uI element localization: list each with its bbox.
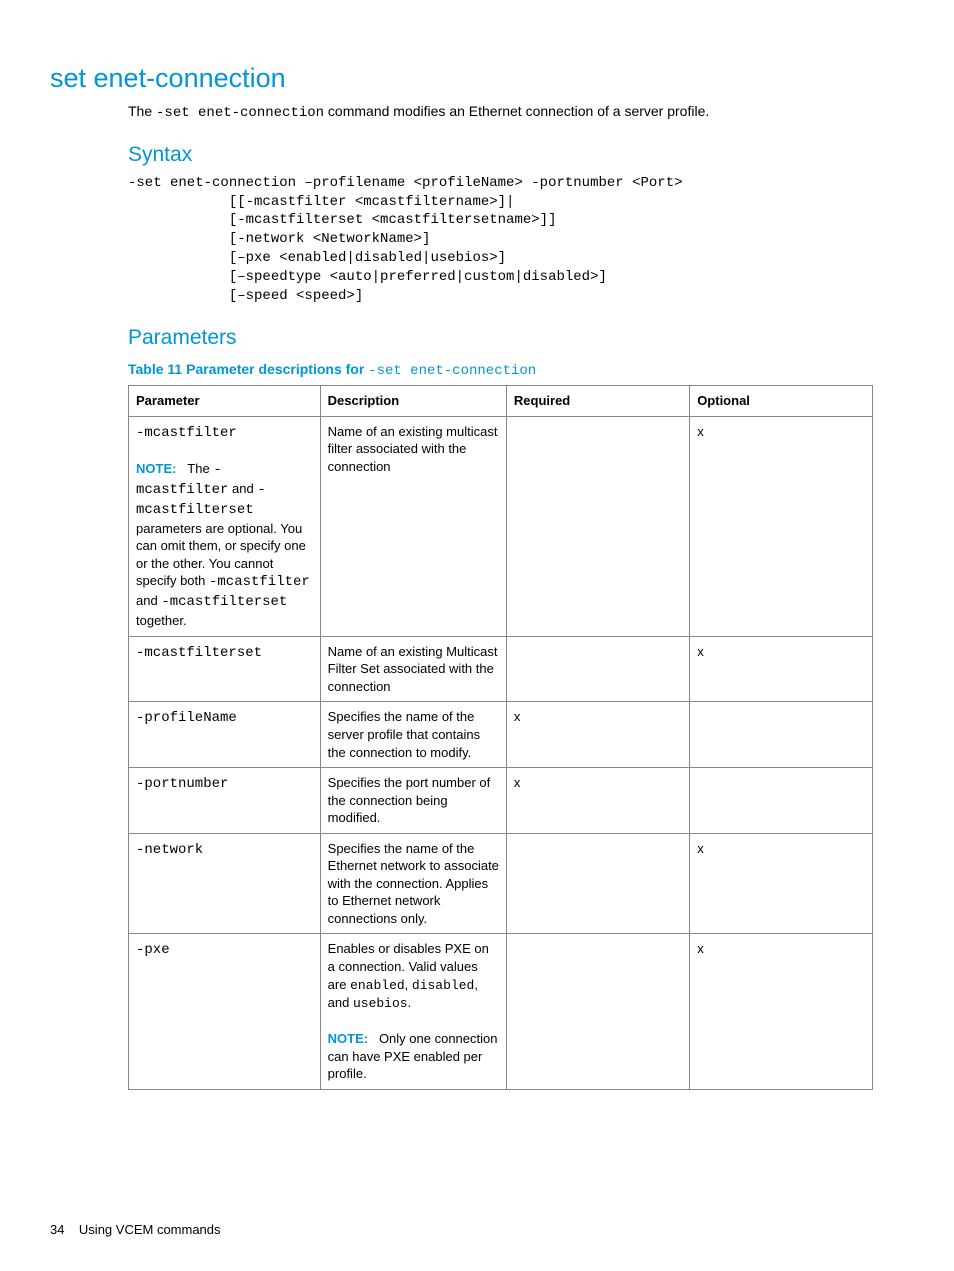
cell-required	[506, 833, 689, 934]
cell-description: Specifies the name of the server profile…	[320, 702, 506, 768]
cell-optional: x	[690, 636, 873, 702]
table-row: -networkSpecifies the name of the Ethern…	[129, 833, 873, 934]
cell-description: Specifies the name of the Ethernet netwo…	[320, 833, 506, 934]
cell-description: Specifies the port number of the connect…	[320, 768, 506, 834]
intro-post: command modifies an Ethernet connection …	[324, 103, 709, 119]
cell-required	[506, 636, 689, 702]
cell-description: Enables or disables PXE on a connection.…	[320, 934, 506, 1089]
cell-parameter: -profileName	[129, 702, 321, 768]
th-parameter: Parameter	[129, 386, 321, 417]
cell-parameter: -mcastfilterset	[129, 636, 321, 702]
intro-paragraph: The -set enet-connection command modifie…	[128, 102, 864, 123]
table-row: -mcastfilterNOTE: The -mcastfilter and -…	[129, 416, 873, 636]
table-header-row: Parameter Description Required Optional	[129, 386, 873, 417]
cell-optional	[690, 702, 873, 768]
th-required: Required	[506, 386, 689, 417]
cell-description: Name of an existing multicast filter ass…	[320, 416, 506, 636]
page-number: 34	[50, 1222, 64, 1237]
syntax-code-block: -set enet-connection –profilename <profi…	[128, 174, 864, 306]
table-row: -pxeEnables or disables PXE on a connect…	[129, 934, 873, 1089]
cell-parameter: -portnumber	[129, 768, 321, 834]
th-optional: Optional	[690, 386, 873, 417]
cell-optional: x	[690, 833, 873, 934]
cell-required: x	[506, 702, 689, 768]
cell-parameter: -mcastfilterNOTE: The -mcastfilter and -…	[129, 416, 321, 636]
section-title: set enet-connection	[50, 60, 864, 96]
parameters-table: Parameter Description Required Optional …	[128, 385, 873, 1090]
cell-required	[506, 416, 689, 636]
cell-required	[506, 934, 689, 1089]
cell-required: x	[506, 768, 689, 834]
table-caption-code: -set enet-connection	[368, 363, 536, 379]
syntax-heading: Syntax	[128, 141, 864, 169]
footer-text: Using VCEM commands	[79, 1222, 221, 1237]
cell-optional	[690, 768, 873, 834]
cell-parameter: -network	[129, 833, 321, 934]
cell-optional: x	[690, 934, 873, 1089]
intro-pre: The	[128, 103, 156, 119]
parameters-heading: Parameters	[128, 324, 864, 352]
cell-description: Name of an existing Multicast Filter Set…	[320, 636, 506, 702]
th-description: Description	[320, 386, 506, 417]
cell-optional: x	[690, 416, 873, 636]
page-footer: 34 Using VCEM commands	[50, 1221, 221, 1239]
table-row: -portnumberSpecifies the port number of …	[129, 768, 873, 834]
intro-code: -set enet-connection	[156, 105, 324, 121]
table-row: -mcastfiltersetName of an existing Multi…	[129, 636, 873, 702]
table-row: -profileNameSpecifies the name of the se…	[129, 702, 873, 768]
table-caption-pre: Table 11 Parameter descriptions for	[128, 361, 368, 377]
cell-parameter: -pxe	[129, 934, 321, 1089]
table-caption: Table 11 Parameter descriptions for -set…	[128, 360, 864, 381]
